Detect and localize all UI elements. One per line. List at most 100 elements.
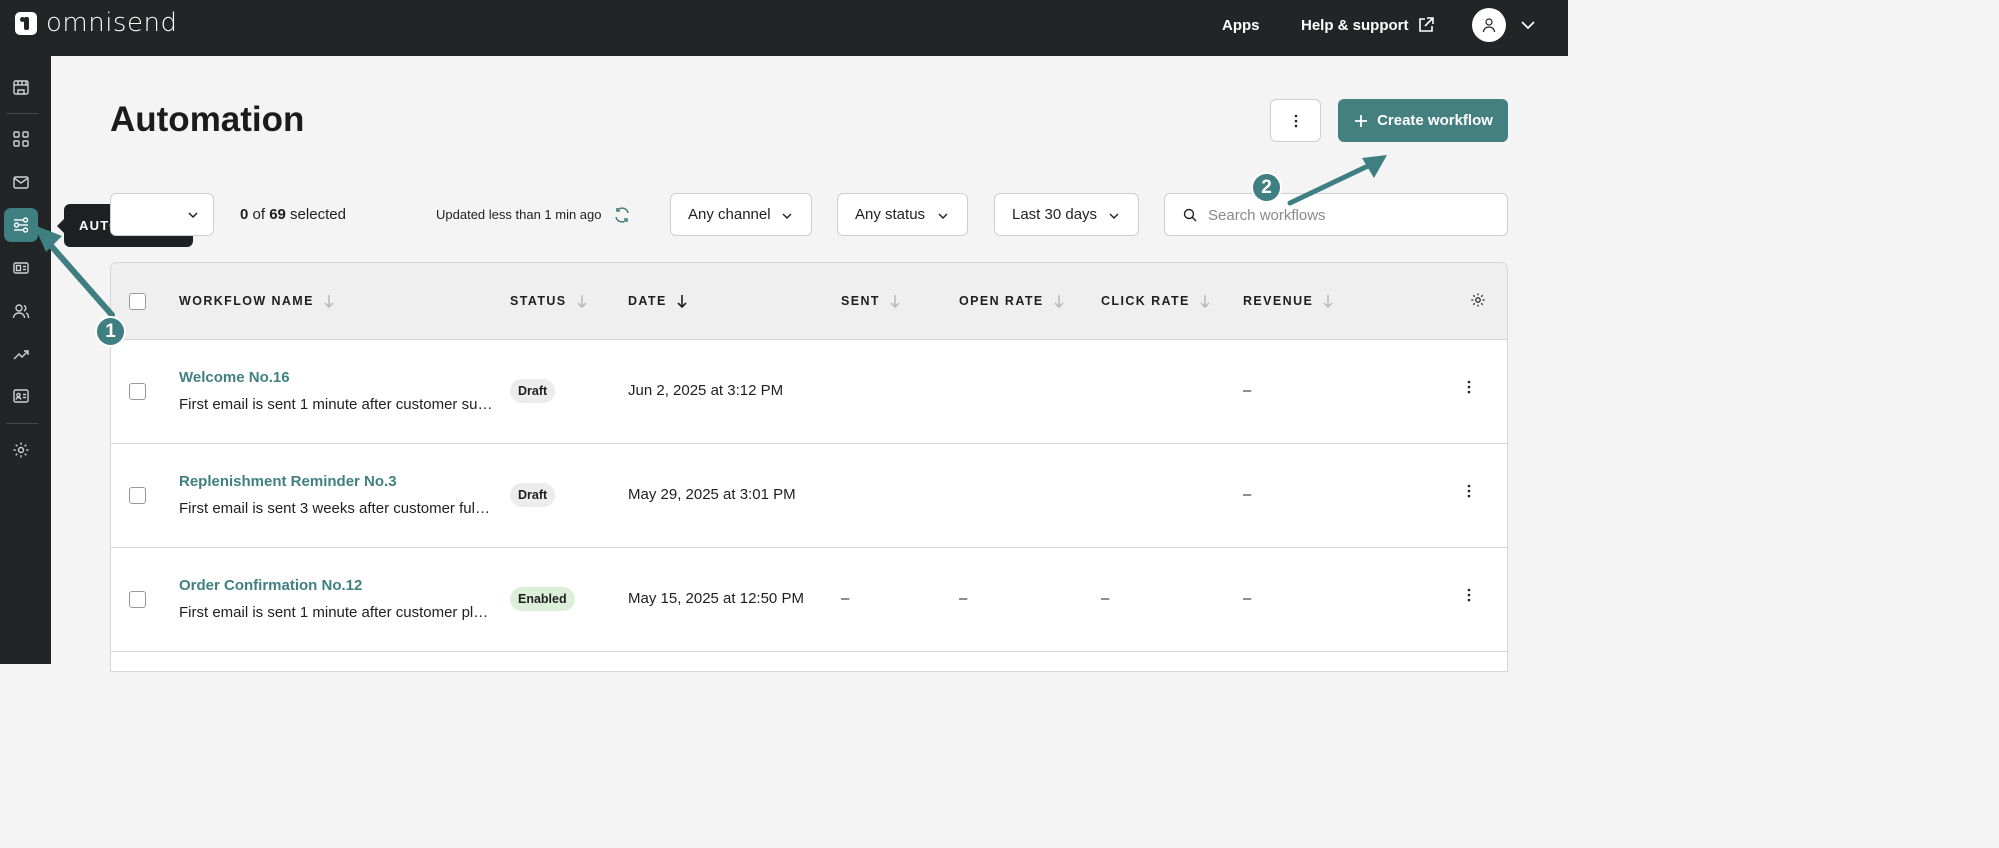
step-marker-1: 1: [95, 316, 126, 347]
chevron-down-icon[interactable]: [1520, 19, 1536, 31]
chevron-down-icon: [188, 212, 198, 219]
audience-icon: [12, 304, 30, 319]
column-date[interactable]: DATE: [628, 294, 687, 308]
status-badge: Draft: [510, 483, 556, 507]
column-workflow-name[interactable]: WORKFLOW NAME: [179, 294, 334, 308]
channel-filter-label: Any channel: [688, 206, 771, 223]
arrow-to-automation: [43, 237, 115, 318]
row-checkbox[interactable]: [129, 591, 146, 608]
column-sent[interactable]: SENT: [841, 294, 900, 308]
column-label: DATE: [628, 294, 667, 308]
create-workflow-label: Create workflow: [1377, 112, 1493, 129]
sidebar: [0, 56, 51, 664]
date-range-label: Last 30 days: [1012, 206, 1098, 223]
contacts-card-icon: [13, 389, 29, 403]
column-label: REVENUE: [1243, 294, 1314, 308]
workflow-sent: –: [841, 590, 850, 607]
dashboard-icon: [13, 131, 29, 147]
sidebar-item-audience[interactable]: [4, 294, 38, 328]
sort-arrow-icon: [324, 295, 334, 308]
status-filter[interactable]: Any status: [837, 193, 968, 236]
help-support-label: Help & support: [1301, 16, 1409, 34]
workflow-name-link[interactable]: Welcome No.16: [179, 369, 290, 386]
page-title: Automation: [110, 100, 305, 139]
column-settings-icon[interactable]: [1470, 292, 1486, 308]
column-label: STATUS: [510, 294, 567, 308]
reports-icon: [13, 350, 29, 360]
select-all-dropdown[interactable]: [110, 193, 214, 236]
table-header: WORKFLOW NAME STATUS DATE SENT OPEN RATE…: [111, 263, 1507, 340]
sidebar-item-forms[interactable]: [4, 251, 38, 285]
sidebar-item-settings[interactable]: [4, 433, 38, 467]
workflow-description: First email is sent 3 weeks after custom…: [179, 500, 493, 517]
date-range-filter[interactable]: Last 30 days: [994, 193, 1139, 236]
column-label: CLICK RATE: [1101, 294, 1190, 308]
user-avatar[interactable]: [1472, 8, 1506, 42]
row-checkbox[interactable]: [129, 383, 146, 400]
step-marker-2: 2: [1251, 172, 1282, 203]
sort-arrow-icon: [1200, 295, 1210, 308]
column-label: SENT: [841, 294, 880, 308]
column-label: OPEN RATE: [959, 294, 1044, 308]
row-actions-icon[interactable]: [1467, 380, 1471, 394]
column-revenue[interactable]: REVENUE: [1243, 294, 1333, 308]
sort-arrow-active-icon: [677, 295, 687, 308]
workflow-open-rate: –: [959, 590, 968, 607]
logo-mark-icon: [15, 11, 37, 35]
column-status[interactable]: STATUS: [510, 294, 587, 308]
status-filter-label: Any status: [855, 206, 926, 223]
workflow-date: May 29, 2025 at 3:01 PM: [628, 486, 796, 503]
search-icon: [1183, 208, 1197, 222]
table-row[interactable]: Replenishment Reminder No.3 First email …: [111, 444, 1507, 548]
column-open-rate[interactable]: OPEN RATE: [959, 294, 1064, 308]
plus-icon: [1355, 114, 1368, 127]
sidebar-item-store[interactable]: [4, 70, 38, 104]
workflow-revenue: –: [1243, 486, 1252, 503]
select-all-checkbox[interactable]: [129, 293, 146, 310]
status-badge: Enabled: [510, 587, 575, 611]
row-actions-icon[interactable]: [1467, 484, 1471, 498]
chevron-down-icon: [938, 213, 948, 219]
workflow-name-link[interactable]: Order Confirmation No.12: [179, 577, 362, 594]
sidebar-item-automation[interactable]: [4, 208, 38, 242]
refresh-icon[interactable]: [613, 206, 631, 224]
column-label: WORKFLOW NAME: [179, 294, 314, 308]
workflow-date: Jun 2, 2025 at 3:12 PM: [628, 382, 784, 399]
channel-filter[interactable]: Any channel: [670, 193, 812, 236]
updated-status: Updated less than 1 min ago: [436, 207, 602, 222]
selected-total: 69: [269, 206, 286, 223]
sort-arrow-icon: [1054, 295, 1064, 308]
sidebar-divider: [6, 113, 38, 114]
search-box[interactable]: [1164, 193, 1508, 236]
status-badge: Draft: [510, 379, 556, 403]
search-input[interactable]: [1208, 205, 1493, 225]
sort-arrow-icon: [577, 295, 587, 308]
store-icon: [13, 80, 29, 95]
workflow-click-rate: –: [1101, 590, 1110, 607]
forms-icon: [13, 262, 29, 274]
sidebar-divider: [6, 423, 38, 424]
arrow-head-2: [1362, 155, 1387, 178]
sidebar-item-dashboard[interactable]: [4, 122, 38, 156]
sidebar-item-contacts[interactable]: [4, 379, 38, 413]
apps-link[interactable]: Apps: [1222, 17, 1260, 34]
table-row[interactable]: Welcome No.16 First email is sent 1 minu…: [111, 340, 1507, 444]
row-actions-icon[interactable]: [1467, 588, 1471, 602]
sort-arrow-icon: [1323, 295, 1333, 308]
workflows-table: WORKFLOW NAME STATUS DATE SENT OPEN RATE…: [110, 262, 1508, 672]
omnisend-logo[interactable]: omnisend: [15, 10, 177, 36]
chevron-down-icon: [782, 213, 792, 219]
sidebar-item-reports[interactable]: [4, 337, 38, 371]
top-bar: omnisend Apps Help & support: [0, 0, 1568, 56]
help-support-link[interactable]: Help & support: [1301, 16, 1435, 34]
table-row[interactable]: Order Confirmation No.12 First email is …: [111, 548, 1507, 652]
column-click-rate[interactable]: CLICK RATE: [1101, 294, 1210, 308]
create-workflow-button[interactable]: Create workflow: [1338, 99, 1508, 142]
sort-arrow-icon: [890, 295, 900, 308]
sidebar-item-campaigns[interactable]: [4, 165, 38, 199]
more-options-button[interactable]: [1270, 99, 1321, 142]
workflow-revenue: –: [1243, 590, 1252, 607]
workflow-name-link[interactable]: Replenishment Reminder No.3: [179, 473, 397, 490]
campaigns-icon: [13, 176, 29, 189]
row-checkbox[interactable]: [129, 487, 146, 504]
